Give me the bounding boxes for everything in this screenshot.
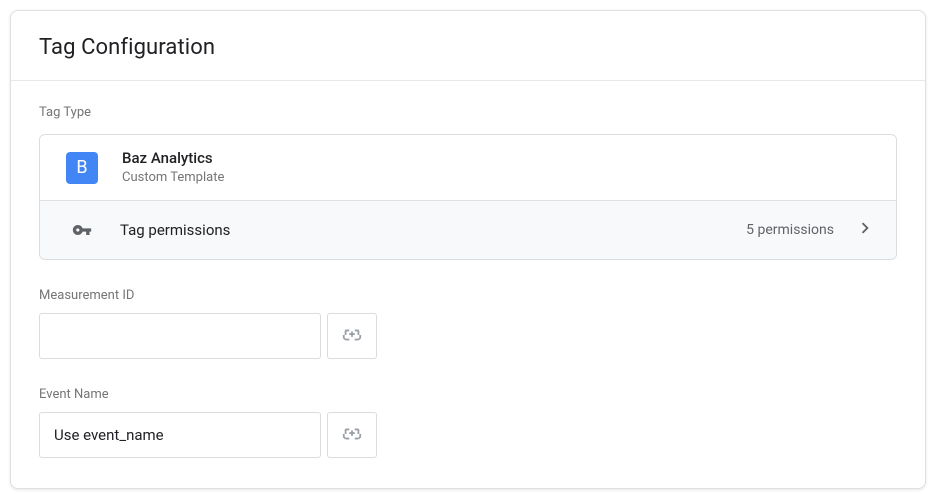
tag-configuration-panel: Tag Configuration Tag Type B Baz Analyti… <box>10 10 926 489</box>
tag-logo-icon: B <box>66 152 98 184</box>
permissions-count: 5 permissions <box>746 222 834 238</box>
event-name-input[interactable] <box>39 412 321 458</box>
panel-title: Tag Configuration <box>39 35 897 60</box>
tag-info: Baz Analytics Custom Template <box>122 149 872 186</box>
event-name-label: Event Name <box>39 387 897 402</box>
tag-type-row[interactable]: B Baz Analytics Custom Template <box>40 135 896 200</box>
measurement-id-input[interactable] <box>39 313 321 359</box>
permissions-label: Tag permissions <box>120 221 746 239</box>
tag-type-label: Tag Type <box>39 105 897 120</box>
tag-subtitle: Custom Template <box>122 170 872 187</box>
panel-body: Tag Type B Baz Analytics Custom Template… <box>11 81 925 488</box>
panel-header: Tag Configuration <box>11 11 925 81</box>
tag-name: Baz Analytics <box>122 149 872 169</box>
measurement-id-variable-button[interactable] <box>327 313 377 359</box>
key-icon <box>66 220 98 240</box>
measurement-id-label: Measurement ID <box>39 288 897 303</box>
event-name-row <box>39 412 897 458</box>
chevron-right-icon <box>854 217 876 243</box>
variable-icon <box>341 423 363 448</box>
measurement-id-group: Measurement ID <box>39 288 897 359</box>
tag-logo-letter: B <box>76 157 87 178</box>
tag-type-box: B Baz Analytics Custom Template Tag perm… <box>39 134 897 260</box>
variable-icon <box>341 324 363 349</box>
tag-permissions-row[interactable]: Tag permissions 5 permissions <box>40 200 896 259</box>
event-name-group: Event Name <box>39 387 897 458</box>
event-name-variable-button[interactable] <box>327 412 377 458</box>
measurement-id-row <box>39 313 897 359</box>
